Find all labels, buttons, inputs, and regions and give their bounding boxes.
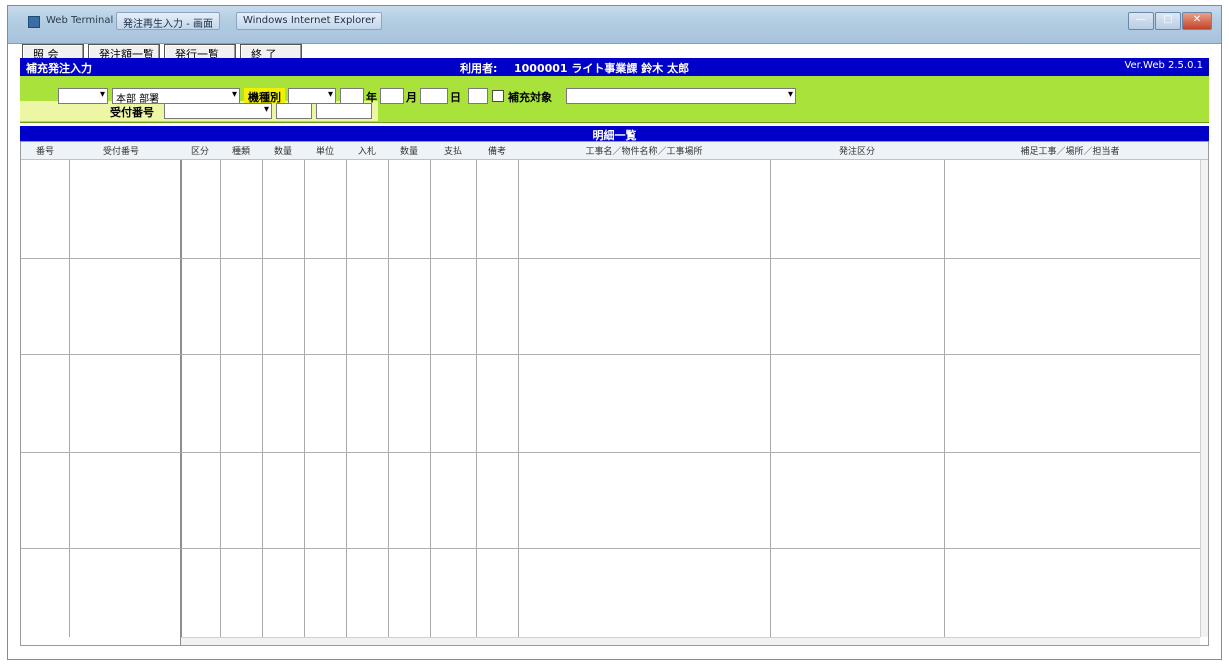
minimize-icon: — (1136, 14, 1146, 25)
receipt-input-a[interactable] (276, 103, 312, 119)
close-icon: ✕ (1192, 14, 1202, 25)
grid-row-divider (21, 258, 1200, 259)
column-header[interactable]: 発注区分 (771, 144, 943, 157)
grid-row-divider (21, 452, 1200, 453)
minimize-button[interactable]: — (1128, 12, 1154, 30)
filter-select-1[interactable] (58, 88, 108, 104)
column-header[interactable]: 補足工事／場所／担当者 (945, 144, 1195, 157)
receipt-number-select[interactable] (164, 103, 272, 119)
department-select[interactable]: 本部 部署 (112, 88, 240, 104)
column-header[interactable]: 単位 (305, 144, 345, 157)
grid-column-divider (944, 160, 945, 637)
list-title: 明細一覧 (20, 126, 1209, 142)
grid-row-divider (21, 548, 1200, 549)
frozen-pane-divider (180, 160, 182, 645)
column-header[interactable]: 区分 (181, 144, 219, 157)
day-extra-input[interactable] (468, 88, 488, 104)
replenish-label: 補充対象 (508, 91, 552, 104)
column-header[interactable]: 工事名／物件名称／工事場所 (519, 144, 769, 157)
year-label: 年 (366, 91, 377, 104)
grid-column-divider (262, 160, 263, 637)
year-input[interactable] (340, 88, 364, 104)
replenish-checkbox[interactable] (492, 90, 504, 102)
user-label: 利用者: (460, 62, 498, 75)
version-label: Ver.Web 2.5.0.1 (1124, 60, 1203, 71)
close-button[interactable]: ✕ (1182, 12, 1212, 30)
receipt-input-b[interactable] (316, 103, 372, 119)
grid-column-divider (304, 160, 305, 637)
column-header[interactable]: 数量 (263, 144, 303, 157)
maximize-button[interactable]: □ (1155, 12, 1181, 30)
title-tab-2[interactable]: Windows Internet Explorer (236, 12, 383, 30)
horizontal-scrollbar[interactable] (181, 637, 1200, 645)
day-input[interactable] (420, 88, 448, 104)
grid-column-divider (430, 160, 431, 637)
grid-column-divider (220, 160, 221, 637)
grid-row-divider (21, 354, 1200, 355)
machine-type-select[interactable] (288, 88, 336, 104)
vertical-scrollbar[interactable] (1200, 160, 1208, 637)
column-header[interactable]: 数量 (389, 144, 429, 157)
grid-column-divider (476, 160, 477, 637)
grid-column-divider (69, 160, 70, 637)
detail-grid: 番号 受付番号 区分 種類 数量 単位 入札 数量 支払 備考 工事名／物件名称… (20, 141, 1209, 646)
replenish-select[interactable] (566, 88, 796, 104)
screen-header: 補充発注入力 利用者: 1000001 ライト事業課 鈴木 太郎 Ver.Web… (20, 58, 1209, 76)
window-titlebar: Web Terminal 発注再生入力 - 画面 Windows Interne… (8, 6, 1221, 44)
day-label: 日 (450, 91, 461, 104)
column-header[interactable]: 支払 (431, 144, 475, 157)
column-header[interactable]: 入札 (347, 144, 387, 157)
browser-icon (28, 16, 40, 28)
grid-header: 番号 受付番号 区分 種類 数量 単位 入札 数量 支払 備考 工事名／物件名称… (21, 142, 1208, 160)
title-tab-1[interactable]: 発注再生入力 - 画面 (116, 12, 220, 30)
column-header[interactable]: 備考 (477, 144, 517, 157)
maximize-icon: □ (1163, 14, 1173, 25)
column-header[interactable]: 種類 (221, 144, 261, 157)
grid-column-divider (770, 160, 771, 637)
grid-column-divider (346, 160, 347, 637)
grid-column-divider (518, 160, 519, 637)
column-header[interactable]: 受付番号 (71, 144, 171, 157)
screen-title: 補充発注入力 (26, 62, 92, 75)
month-label: 月 (406, 91, 417, 104)
column-header[interactable]: 番号 (25, 144, 65, 157)
month-input[interactable] (380, 88, 404, 104)
filter-panel: 本部 部署 機種別 年 月 日 補充対象 受付番号 (20, 76, 1209, 123)
user-value: 1000001 ライト事業課 鈴木 太郎 (514, 62, 690, 75)
window-title: Web Terminal (46, 15, 114, 26)
receipt-number-label: 受付番号 (110, 106, 154, 119)
machine-type-label: 機種別 (244, 88, 285, 104)
grid-column-divider (388, 160, 389, 637)
